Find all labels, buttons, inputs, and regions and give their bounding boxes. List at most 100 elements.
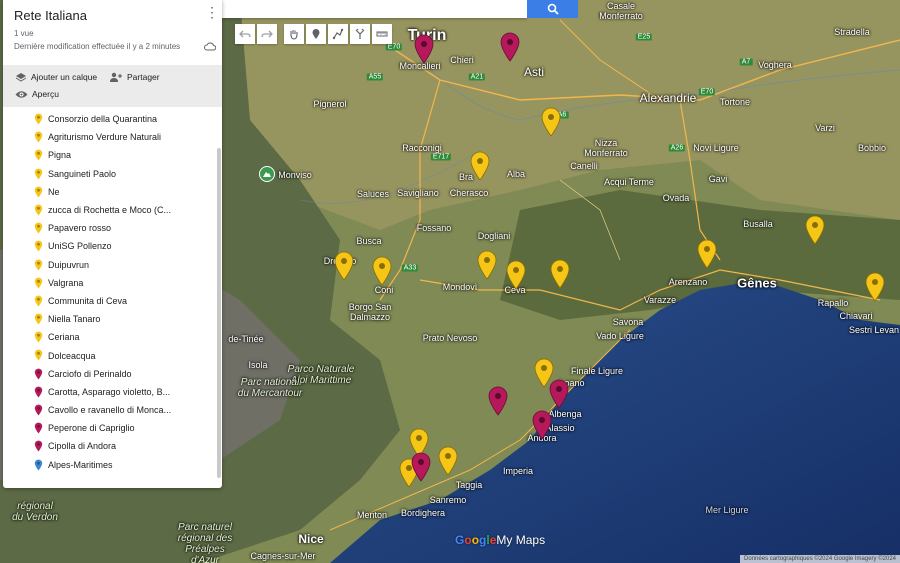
panel-actions: Ajouter un calque Partager Aperçu (3, 65, 222, 107)
map-pin-yellow[interactable] (476, 250, 498, 280)
directions-button[interactable] (350, 24, 370, 44)
list-item-label: Papavero rosso (48, 223, 112, 234)
list-item-label: Carotta, Asparago violetto, B... (48, 386, 171, 397)
list-item[interactable]: Communita di Ceva (3, 292, 215, 310)
panel-scrollbar[interactable] (217, 148, 221, 478)
map-pin-yellow[interactable] (804, 215, 826, 245)
map-label-stradella: Stradella (834, 27, 870, 37)
map-pin-crimson[interactable] (499, 32, 521, 62)
place-pin-icon (34, 204, 43, 216)
list-item[interactable]: Carciofo di Perinaldo (3, 365, 215, 383)
map-pin-crimson[interactable] (413, 34, 435, 64)
draw-line-button[interactable] (328, 24, 348, 44)
map-pin-crimson[interactable] (548, 379, 570, 409)
place-pin-icon (34, 168, 43, 180)
add-layer-label: Ajouter un calque (31, 72, 98, 82)
list-item[interactable]: Niella Tanaro (3, 310, 215, 328)
map-pin-yellow[interactable] (696, 239, 718, 269)
map-label-alba: Alba (506, 169, 526, 179)
list-item-label: Communita di Ceva (48, 295, 128, 306)
map-pin-yellow[interactable] (469, 151, 491, 181)
map-label-alexandrie: Alexandrie (639, 91, 697, 105)
list-item[interactable]: UniSG Pollenzo (3, 237, 215, 255)
add-marker-button[interactable] (306, 24, 326, 44)
list-item-label: Consorzio della Quarantina (48, 114, 158, 125)
map-pin-yellow[interactable] (549, 259, 571, 289)
map-pin-crimson[interactable] (531, 410, 553, 440)
list-item[interactable]: Agriturismo Verdure Naturali (3, 128, 215, 146)
map-label-mondovi: Mondovì (442, 282, 478, 292)
list-item[interactable]: Alpes-Maritimes (3, 456, 215, 474)
road-sign: A33 (401, 264, 419, 272)
map-title[interactable]: Rete Italiana (14, 8, 87, 23)
undo-button[interactable] (235, 24, 255, 44)
map-label-busalla: Busalla (743, 219, 773, 229)
list-item[interactable]: Cipolla di Andora (3, 437, 215, 455)
add-person-icon (110, 72, 122, 82)
place-pin-icon (34, 459, 43, 471)
list-item-label: Peperone di Capriglio (48, 423, 135, 434)
list-item[interactable]: Cavollo e ravanello di Monca... (3, 401, 215, 419)
map-pin-yellow[interactable] (333, 251, 355, 281)
map-label-acqui: Acqui Terme (604, 177, 654, 187)
redo-button[interactable] (257, 24, 277, 44)
map-label-park-mercantour: Parc national du Mercantour (237, 377, 303, 399)
list-item[interactable]: Ceriana (3, 328, 215, 346)
map-label-park-verdon: régional du Verdon (12, 501, 58, 523)
map-pin-crimson[interactable] (487, 386, 509, 416)
map-label-monviso: Monviso (278, 170, 312, 180)
map-pin-yellow[interactable] (505, 260, 527, 290)
map-label-park-prealpes: Parc naturel régional des Préalpes d'Azu… (177, 522, 233, 563)
place-pin-icon (34, 313, 43, 325)
map-label-taggia: Taggia (455, 480, 483, 490)
list-item[interactable]: Pigna (3, 146, 215, 164)
google-my-maps-logo: GoogleMy Maps (455, 533, 545, 547)
measure-button[interactable] (372, 24, 392, 44)
list-item[interactable]: Carotta, Asparago violetto, B... (3, 383, 215, 401)
share-button[interactable]: Partager (109, 72, 160, 82)
list-item-label: Cavollo e ravanello di Monca... (48, 405, 172, 416)
map-label-albenga: Albenga (548, 409, 582, 419)
list-item[interactable]: Papavero rosso (3, 219, 215, 237)
map-pin-yellow[interactable] (371, 256, 393, 286)
map-pin-yellow[interactable] (437, 446, 459, 476)
map-label-coni: Coni (374, 285, 394, 295)
map-pin-yellow[interactable] (864, 272, 886, 302)
map-label-voghera: Voghera (758, 60, 792, 70)
map-label-cagnes: Cagnes-sur-Mer (250, 551, 316, 561)
place-pin-icon (34, 404, 43, 416)
list-item[interactable]: Consorzio della Quarantina (3, 110, 215, 128)
mountain-peak-icon[interactable] (259, 166, 275, 182)
hand-tool-button[interactable] (284, 24, 304, 44)
place-pin-icon (34, 350, 43, 361)
list-item[interactable]: Duipuvrun (3, 256, 215, 274)
list-item[interactable]: Dolceacqua (3, 346, 215, 364)
map-pin-crimson[interactable] (410, 452, 432, 482)
map-label-nice: Nice (298, 532, 324, 546)
search-input[interactable] (222, 0, 527, 18)
list-item-label: Dolceacqua (48, 350, 96, 361)
map-attribution[interactable]: Données cartographiques ©2024 Google Ima… (740, 555, 900, 563)
list-item[interactable]: zucca di Rochetta e Moco (C... (3, 201, 215, 219)
list-item[interactable]: Valgrana (3, 274, 215, 292)
map-label-ovada: Ovada (662, 193, 690, 203)
place-pin-icon (34, 113, 43, 125)
map-label-menton: Menton (356, 510, 388, 520)
map-label-cherasco: Cherasco (449, 188, 489, 198)
list-item[interactable]: Sanguineti Paolo (3, 165, 215, 183)
last-modified: Dernière modification effectuée il y a 2… (14, 42, 181, 51)
cloud-saved-icon (204, 42, 216, 51)
more-options-icon[interactable]: ⋮ (205, 5, 219, 19)
place-pin-icon (34, 422, 43, 434)
search-button[interactable] (527, 0, 578, 18)
map-pin-yellow[interactable] (540, 107, 562, 137)
list-item[interactable]: Peperone di Capriglio (3, 419, 215, 437)
list-item-label: Sanguineti Paolo (48, 168, 117, 179)
place-pin-icon (34, 277, 43, 289)
add-layer-button[interactable]: Ajouter un calque (15, 72, 97, 82)
list-item[interactable]: Ne (3, 183, 215, 201)
place-pin-icon (34, 295, 43, 307)
layers-icon (15, 73, 27, 82)
place-pin-icon (34, 368, 43, 380)
preview-button[interactable]: Aperçu (15, 89, 59, 99)
